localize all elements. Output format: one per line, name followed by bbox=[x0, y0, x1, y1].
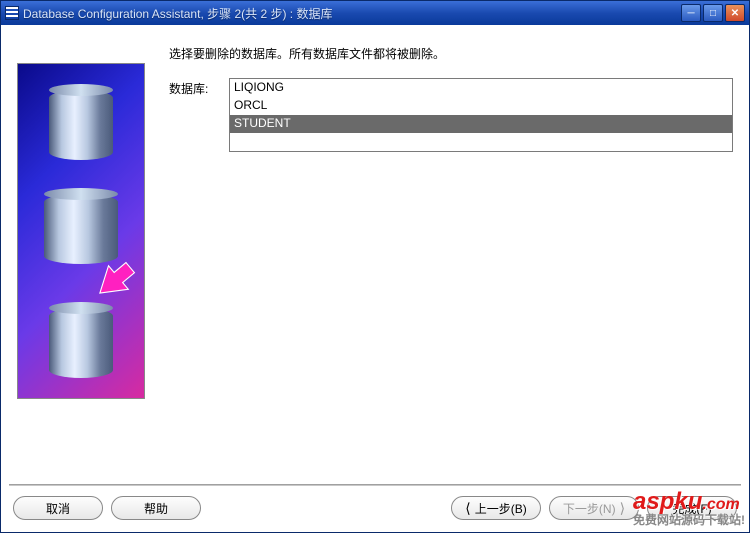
database-listbox[interactable]: LIQIONG ORCL STUDENT bbox=[229, 78, 733, 152]
cancel-button[interactable]: 取消 bbox=[13, 496, 103, 520]
back-button[interactable]: ⟨ 上一步(B) bbox=[451, 496, 541, 520]
instruction-text: 选择要删除的数据库。所有数据库文件都将被删除。 bbox=[165, 45, 733, 62]
maximize-button[interactable]: □ bbox=[703, 4, 723, 22]
app-icon bbox=[5, 6, 19, 20]
next-button: 下一步(N) ⟩ bbox=[549, 496, 639, 520]
chevron-left-icon: ⟨ bbox=[465, 501, 470, 515]
content-area: 选择要删除的数据库。所有数据库文件都将被删除。 数据库: LIQIONG ORC… bbox=[1, 25, 749, 532]
minimize-button[interactable]: ─ bbox=[681, 4, 701, 22]
database-row: 数据库: LIQIONG ORCL STUDENT bbox=[165, 78, 733, 152]
list-item[interactable]: LIQIONG bbox=[230, 79, 732, 97]
app-window: Database Configuration Assistant, 步骤 2(共… bbox=[0, 0, 750, 533]
titlebar[interactable]: Database Configuration Assistant, 步骤 2(共… bbox=[1, 1, 749, 25]
button-row: 取消 帮助 ⟨ 上一步(B) 下一步(N) ⟩ 完成(F) bbox=[1, 486, 749, 532]
button-label: 取消 bbox=[46, 500, 70, 517]
button-label: 完成(F) bbox=[672, 500, 711, 517]
wizard-graphic bbox=[17, 63, 145, 399]
cylinder-icon bbox=[49, 90, 113, 160]
cylinder-icon bbox=[44, 194, 118, 264]
form-panel: 选择要删除的数据库。所有数据库文件都将被删除。 数据库: LIQIONG ORC… bbox=[165, 41, 733, 484]
button-label: 下一步(N) bbox=[563, 500, 616, 517]
cylinder-icon bbox=[49, 308, 113, 378]
chevron-right-icon: ⟩ bbox=[620, 501, 625, 515]
button-label: 帮助 bbox=[144, 500, 168, 517]
finish-button[interactable]: 完成(F) bbox=[647, 496, 737, 520]
list-item[interactable]: STUDENT bbox=[230, 115, 732, 133]
help-button[interactable]: 帮助 bbox=[111, 496, 201, 520]
window-title: Database Configuration Assistant, 步骤 2(共… bbox=[23, 5, 681, 22]
button-label: 上一步(B) bbox=[475, 500, 527, 517]
list-item[interactable]: ORCL bbox=[230, 97, 732, 115]
window-controls: ─ □ ✕ bbox=[681, 4, 745, 22]
database-label: 数据库: bbox=[165, 78, 221, 97]
close-button[interactable]: ✕ bbox=[725, 4, 745, 22]
main-area: 选择要删除的数据库。所有数据库文件都将被删除。 数据库: LIQIONG ORC… bbox=[1, 25, 749, 484]
